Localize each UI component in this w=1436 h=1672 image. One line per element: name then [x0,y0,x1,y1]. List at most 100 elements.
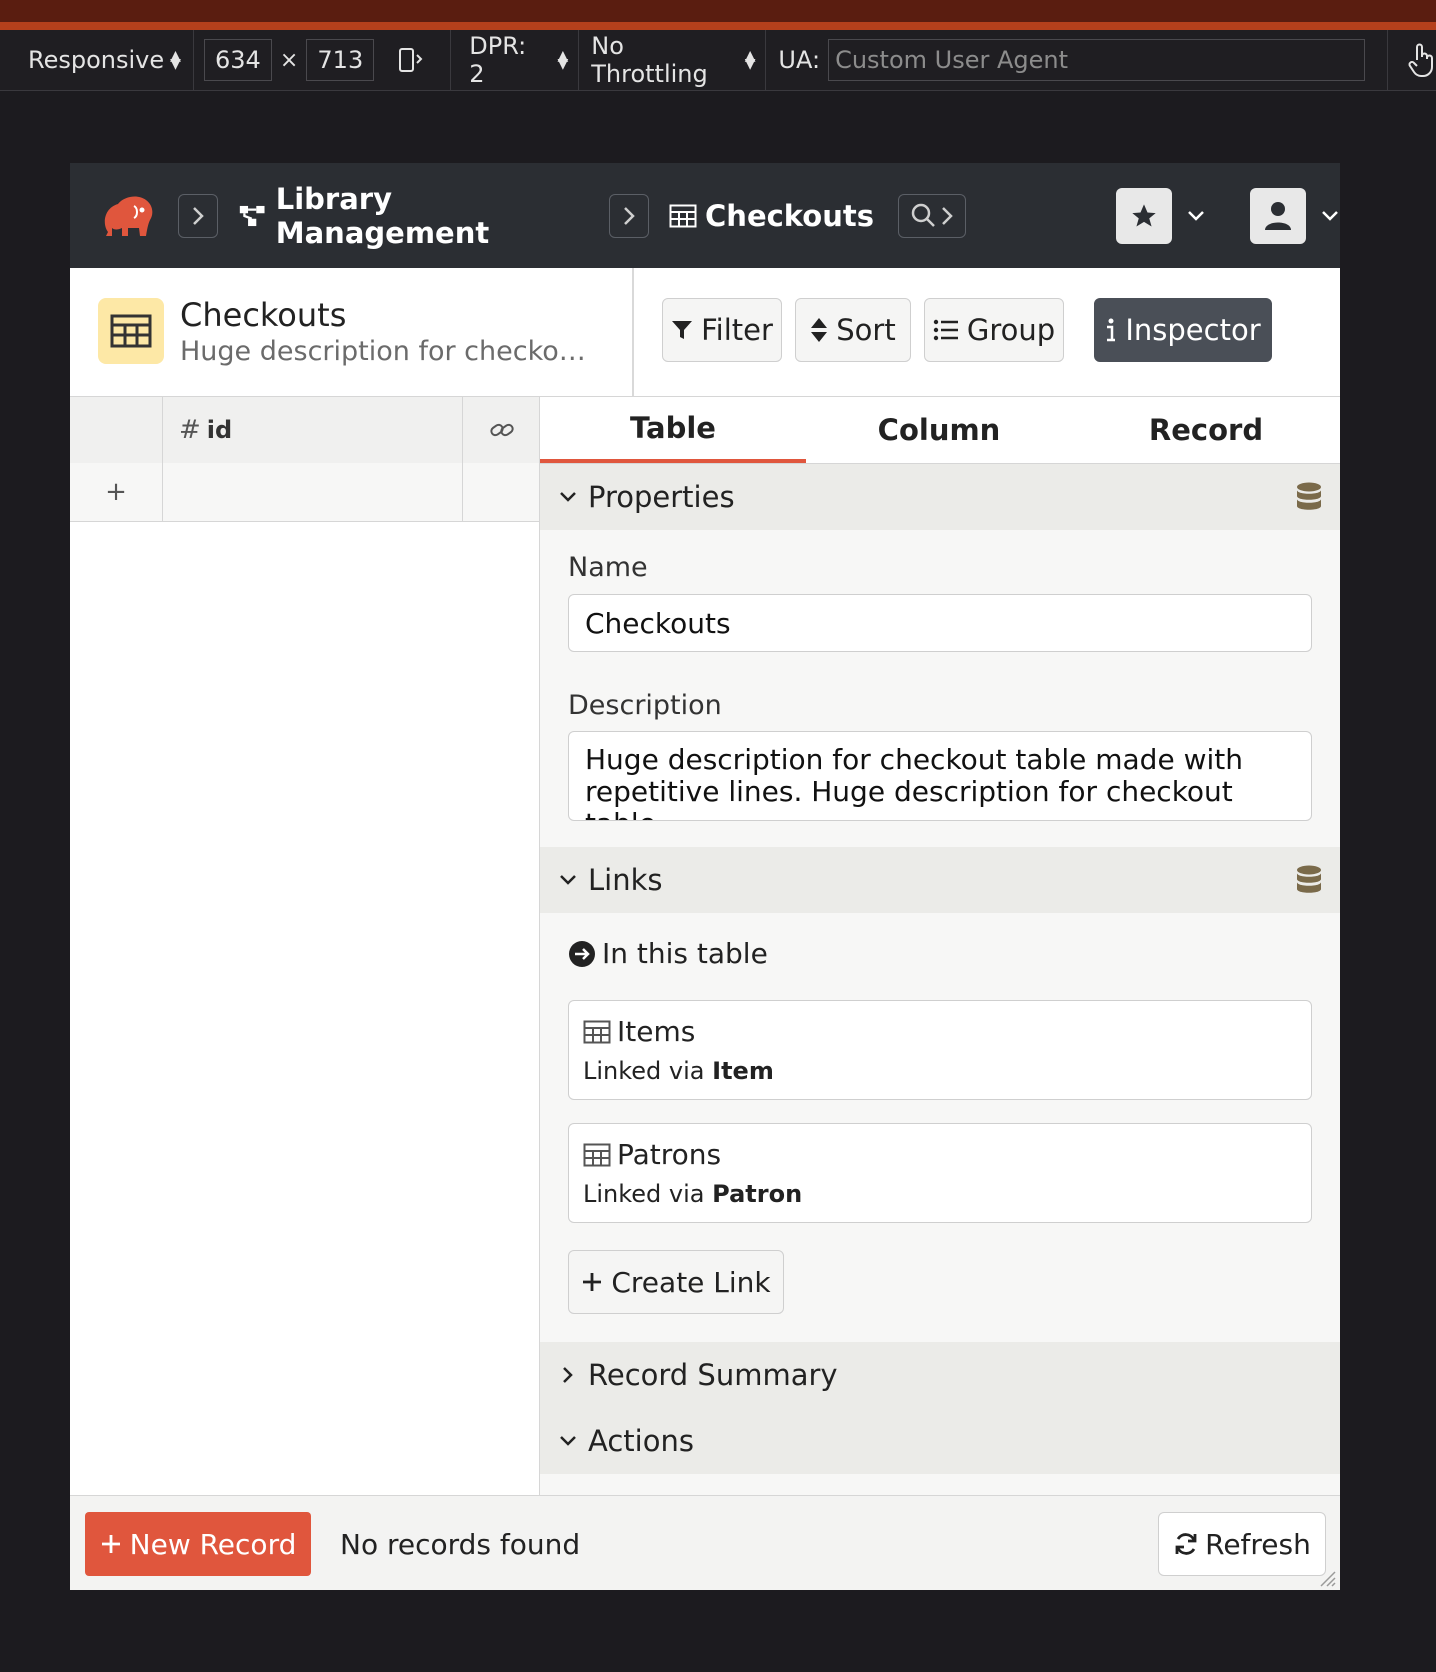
times-sign: × [279,47,299,73]
breadcrumb-expand-button[interactable] [608,193,650,238]
tab-table[interactable]: Table [540,397,806,463]
table-description-field[interactable]: Huge description for checkout table made… [568,731,1312,821]
hash-icon: # [179,415,201,445]
add-row-button[interactable]: + [70,463,163,521]
table-description: Huge description for checkout t... [180,336,600,367]
table-name: Checkouts [180,296,347,334]
divider [632,268,634,396]
table-icon [669,204,697,227]
app-window: Library Management Checkouts Checkouts H… [70,163,1340,1590]
updown-icon: ▲ ▼ [170,47,181,72]
user-avatar-icon [1249,187,1306,244]
elephant-logo-icon[interactable] [98,188,156,244]
search-icon [911,203,935,227]
link-table-name: Items [583,1015,695,1048]
inspector-button[interactable]: Inspector [1094,298,1272,362]
create-link-button[interactable]: Create Link [568,1250,784,1314]
refresh-icon [1175,1533,1197,1555]
table-icon [98,298,164,364]
breadcrumb-schema[interactable]: Library Management [238,182,586,250]
updown-icon: ▲ ▼ [557,47,569,72]
chevron-down-icon [558,1434,578,1448]
chevron-down-icon [1322,210,1338,221]
chevron-down-icon [1188,210,1204,221]
schema-icon [240,205,266,226]
throttling-select[interactable]: No Throttling ▲ ▼ [579,30,765,90]
dpr-select[interactable]: DPR: 2 ▲ ▼ [451,30,578,90]
row-number-header [70,397,163,463]
plus-icon [101,1535,120,1553]
footer-bar: New Record No records found Refresh [70,1495,1340,1590]
table-title: Checkouts [705,198,875,233]
touch-simulation-icon[interactable] [1388,30,1436,90]
device-select[interactable]: Responsive ▲ ▼ [0,30,193,90]
sort-button[interactable]: Sort [795,298,911,362]
ua-label: UA: [778,46,821,74]
chevron-right-icon [942,206,953,225]
info-icon [1107,318,1116,342]
database-icon [1296,482,1322,519]
new-record-button[interactable]: New Record [85,1512,311,1576]
grid-header-row: # id [70,397,540,464]
refresh-button[interactable]: Refresh [1158,1512,1326,1576]
user-menu[interactable] [1249,187,1340,244]
group-button[interactable]: Group [924,298,1064,362]
records-status: No records found [340,1528,581,1561]
user-agent-input[interactable]: Custom User Agent [828,39,1366,81]
updown-icon: ▲ ▼ [744,47,756,72]
search-button[interactable] [898,193,966,238]
section-title: Actions [588,1424,694,1458]
section-title: Links [588,863,663,897]
filter-icon [672,321,693,339]
link-via: Linked via Patron [583,1180,803,1208]
description-text: repetitive lines. Huge description for c… [585,775,1233,821]
records-grid: # id + [70,397,540,1501]
link-via: Linked via Item [583,1057,774,1085]
table-cell [163,463,463,521]
list-icon [933,319,958,341]
sort-icon [811,318,828,342]
column-header-id[interactable]: # id [163,397,463,463]
link-card-items[interactable]: Items Linked via Item [568,1000,1312,1100]
table-page-header: Checkouts Huge description for checkout … [70,268,1340,397]
tab-record[interactable]: Record [1072,397,1340,463]
add-row[interactable]: + [70,463,540,522]
table-name-field[interactable]: Checkouts [568,594,1312,652]
arrow-circle-right-icon [569,940,595,967]
breadcrumb-expand-button[interactable] [178,193,219,238]
section-title: Properties [588,480,735,514]
database-icon [1296,865,1322,902]
device-label: Responsive [28,46,165,74]
description-label: Description [568,690,722,721]
responsive-devtools-bar: Responsive ▲ ▼ 634 × 713 DPR: 2 ▲ ▼ No Thr… [0,30,1436,91]
description-text: Huge description for checkout table made… [585,743,1243,776]
filter-button[interactable]: Filter [662,298,782,362]
throttling-label: No Throttling [591,32,708,88]
browser-accent-bar [0,22,1436,30]
chevron-right-icon [558,1365,578,1385]
favorites-menu[interactable] [1115,187,1206,244]
inspector-panel: Table Column Record Properties Name Chec… [540,397,1340,1501]
app-header: Library Management Checkouts [70,163,1340,268]
resize-handle-icon[interactable] [1316,1567,1336,1587]
link-icon [489,423,514,437]
chevron-down-icon [558,873,578,887]
links-section-header[interactable]: Links [540,847,1340,913]
properties-section-header[interactable]: Properties [540,464,1340,530]
height-input[interactable]: 713 [306,39,375,81]
link-card-patrons[interactable]: Patrons Linked via Patron [568,1123,1312,1223]
chevron-right-icon [193,206,205,225]
table-icon [583,1020,611,1043]
star-icon [1115,187,1172,244]
rotate-device-icon[interactable] [396,45,426,75]
breadcrumb-table[interactable]: Checkouts [669,199,874,233]
chevron-right-icon [623,206,635,225]
tab-column[interactable]: Column [806,397,1072,463]
column-header-link[interactable] [463,397,540,463]
width-input[interactable]: 634 [203,39,272,81]
record-summary-section-header[interactable]: Record Summary [540,1342,1340,1408]
in-this-table-heading: In this table [568,937,768,970]
table-icon [583,1143,611,1166]
section-title: Record Summary [588,1358,838,1392]
actions-section-header[interactable]: Actions [540,1408,1340,1474]
